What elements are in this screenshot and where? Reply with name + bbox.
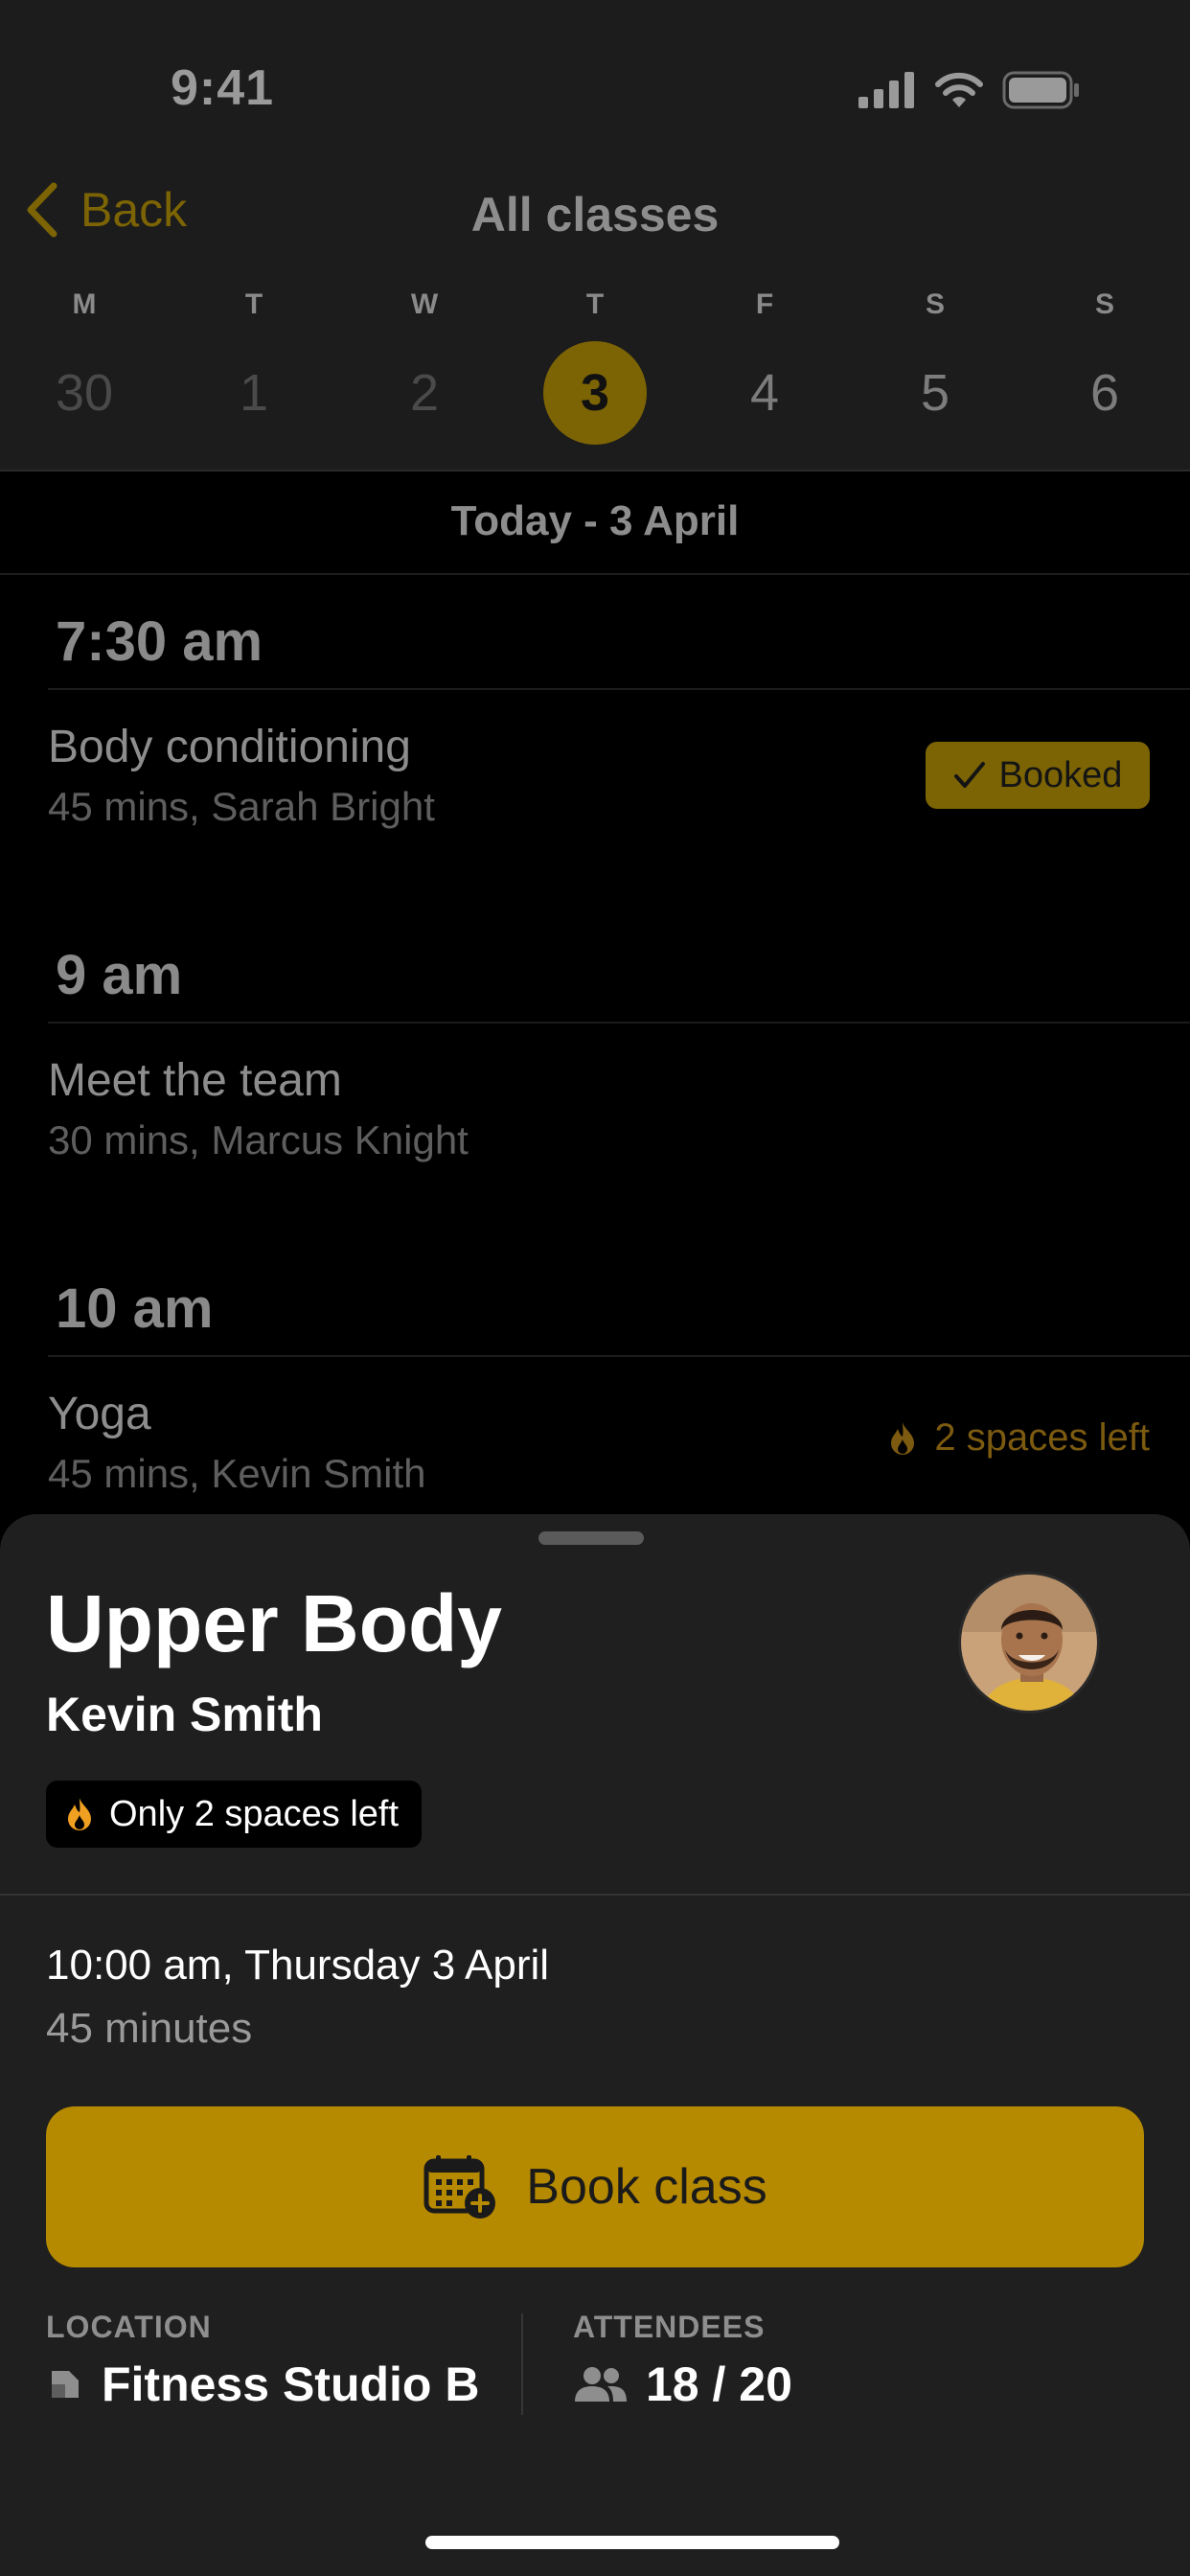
class-name: Upper Body <box>46 1578 503 1668</box>
flame-icon <box>891 1421 915 1455</box>
day-friday[interactable]: F 4 <box>707 288 822 445</box>
day-letter: F <box>755 288 774 320</box>
class-title[interactable]: Body conditioning <box>48 721 411 773</box>
attendees-info: ATTENDEES 18 / 20 <box>573 2310 792 2412</box>
book-class-label: Book class <box>526 2159 767 2215</box>
home-indicator[interactable] <box>425 2536 839 2549</box>
day-wednesday[interactable]: W 2 <box>367 288 482 445</box>
time-slot-heading: 9 am <box>56 944 183 1006</box>
attendees-caption: ATTENDEES <box>573 2310 766 2344</box>
class-title[interactable]: Yoga <box>48 1388 151 1440</box>
class-detail-sheet: Upper Body Kevin Smith Only 2 spaces lef… <box>0 1514 1190 2576</box>
attendees-value-row: 18 / 20 <box>573 2357 792 2412</box>
day-thursday-selected[interactable]: T 3 <box>538 288 652 445</box>
status-time: 9:41 <box>171 60 275 116</box>
calendar-add-icon <box>423 2155 496 2219</box>
location-caption: LOCATION <box>46 2310 212 2344</box>
week-strip: M 30 T 1 W 2 T 3 F 4 S 5 S 6 <box>0 288 1190 450</box>
location-value: Fitness Studio B <box>102 2358 480 2411</box>
spaces-left-label: 2 spaces left <box>934 1416 1150 1459</box>
day-number: 5 <box>920 364 950 422</box>
day-tuesday[interactable]: T 1 <box>196 288 311 445</box>
location-value-row: Fitness Studio B <box>46 2357 479 2412</box>
time-slot-heading: 7:30 am <box>56 610 263 673</box>
sheet-grabber[interactable] <box>538 1531 644 1545</box>
day-sunday[interactable]: S 6 <box>1047 288 1162 445</box>
class-duration: 45 minutes <box>46 2005 253 2052</box>
day-number: 4 <box>749 364 780 422</box>
day-saturday[interactable]: S 5 <box>878 288 993 445</box>
day-letter: S <box>925 288 945 320</box>
signal-icon <box>858 72 914 108</box>
class-meta: 45 mins, Sarah Bright <box>48 784 435 829</box>
class-datetime: 10:00 am, Thursday 3 April <box>46 1942 550 1989</box>
people-icon <box>575 2367 627 2402</box>
day-monday[interactable]: M 30 <box>27 288 142 445</box>
class-meta: 30 mins, Marcus Knight <box>48 1117 469 1162</box>
location-icon <box>52 2371 79 2398</box>
slot-divider <box>48 1022 1190 1024</box>
availability-label: Only 2 spaces left <box>109 1793 400 1834</box>
spaces-left-indicator: 2 spaces left <box>888 1416 1150 1460</box>
status-icons <box>858 71 1081 109</box>
day-number: 6 <box>1089 364 1120 422</box>
day-letter: S <box>1094 288 1114 320</box>
book-class-button[interactable]: Book class <box>46 2106 1144 2267</box>
day-number: 2 <box>409 364 440 422</box>
day-letter: W <box>410 288 439 320</box>
date-header: Today - 3 April <box>0 473 1190 575</box>
flame-icon <box>68 1798 91 1830</box>
attendees-value: 18 / 20 <box>646 2358 792 2411</box>
page-title: All classes <box>470 188 720 242</box>
booked-label: Booked <box>998 754 1123 795</box>
day-letter: T <box>244 288 263 320</box>
day-number: 3 <box>543 341 647 445</box>
booked-badge[interactable]: Booked <box>926 742 1150 809</box>
day-letter: M <box>72 288 97 320</box>
class-title[interactable]: Meet the team <box>48 1054 342 1107</box>
battery-icon <box>1002 71 1079 109</box>
info-separator <box>521 2313 523 2415</box>
day-letter: T <box>585 288 605 320</box>
slot-divider <box>48 1355 1190 1357</box>
location-info: LOCATION Fitness Studio B <box>46 2310 479 2412</box>
checkmark-icon <box>953 762 985 788</box>
class-meta: 45 mins, Kevin Smith <box>48 1451 426 1496</box>
day-number: 30 <box>55 364 114 422</box>
wifi-icon <box>935 72 983 107</box>
instructor-name: Kevin Smith <box>46 1688 323 1741</box>
day-number: 1 <box>239 364 269 422</box>
time-slot-heading: 10 am <box>56 1277 214 1340</box>
sheet-divider <box>0 1894 1190 1896</box>
availability-pill: Only 2 spaces left <box>46 1781 423 1848</box>
slot-divider <box>48 688 1190 690</box>
instructor-avatar[interactable] <box>958 1572 1100 1714</box>
header: 9:41 Back All classes M 30 T 1 W 2 T 3 F… <box>0 0 1190 472</box>
